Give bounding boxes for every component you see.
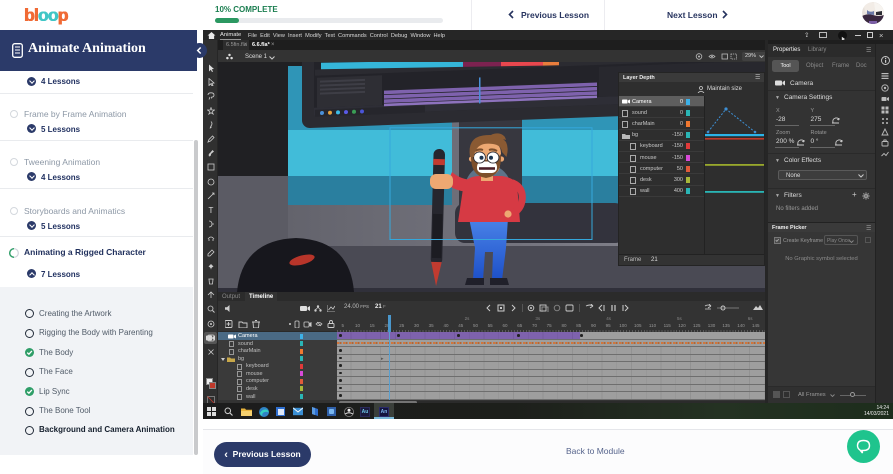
svg-text:T: T [208, 206, 213, 214]
